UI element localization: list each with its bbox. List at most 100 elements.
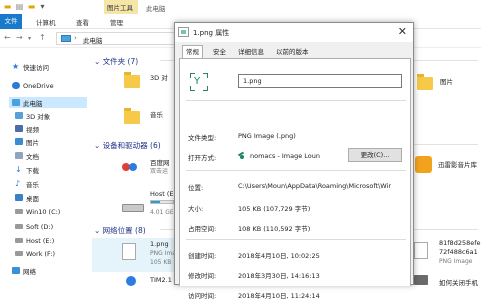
tile-hash-label-line1[interactable]: 81f8d258efe xyxy=(439,239,481,247)
sidebar-item-3d-objects[interactable]: 3D 对象 xyxy=(15,110,50,121)
size-value: 105 KB (107,729 字节) xyxy=(238,205,311,213)
tab-computer[interactable]: 计算机 xyxy=(36,17,56,27)
breadcrumb[interactable]: 此电脑 xyxy=(83,35,103,45)
tab-file[interactable]: 文件 xyxy=(0,14,22,29)
tile-tim-label[interactable]: TIM2.1 xyxy=(150,276,172,284)
sidebar-item-label: OneDrive xyxy=(23,81,54,90)
cube-icon xyxy=(15,112,23,119)
divider xyxy=(186,239,406,240)
tile-host-label[interactable]: Host (E xyxy=(150,190,174,198)
general-tab-panel: Y 1.png 文件类型: PNG Image (.png) 打开方式: nom… xyxy=(179,58,411,300)
tile-hash-label-line2[interactable]: 72f488c6a1 xyxy=(439,248,478,256)
sidebar-item-quick-access[interactable]: ★ 快速访问 xyxy=(12,61,49,72)
sidebar-item-videos[interactable]: 视频 xyxy=(15,123,39,134)
sidebar-item-network[interactable]: 网络 xyxy=(12,265,36,276)
group-header-network[interactable]: ⌄ 网络位置 (8) xyxy=(94,225,146,236)
sidebar-item-label: 此电脑 xyxy=(23,99,43,108)
sidebar-item-music[interactable]: ♪ 音乐 xyxy=(15,178,39,189)
baidu-netdisk-icon[interactable] xyxy=(122,159,138,175)
filename-field[interactable]: 1.png xyxy=(238,74,402,88)
tile-xunlei-label[interactable]: 迅雷影音片库 xyxy=(438,159,477,169)
folder-music-icon[interactable] xyxy=(124,108,140,124)
change-button[interactable]: 更改(C)... xyxy=(348,148,402,162)
properties-dialog: 1.png 属性 ✕ 常规 安全 详细信息 以前的版本 Y 1.png 文件类型… xyxy=(174,22,414,300)
drive-icon xyxy=(15,238,23,243)
chevron-right-icon: › xyxy=(74,34,77,42)
tab-details[interactable]: 详细信息 xyxy=(235,47,267,58)
tile-1png-size: 105 KB xyxy=(150,259,172,266)
group-title: 文件夹 (7) xyxy=(102,57,139,66)
size-on-disk-label: 占用空间: xyxy=(188,225,217,233)
sidebar-item-this-pc[interactable]: 此电脑 xyxy=(9,97,87,108)
tab-view[interactable]: 查看 xyxy=(76,17,89,27)
navigation-pane: ★ 快速访问 OneDrive 此电脑 3D 对象 视频 图片 文档 ↓ 下载 … xyxy=(0,49,92,285)
sidebar-item-label: Host (E:) xyxy=(26,236,55,245)
divider xyxy=(186,100,406,101)
opens-with-label: 打开方式: xyxy=(188,154,217,162)
filename-value[interactable]: 1.png xyxy=(243,77,262,85)
new-folder-icon[interactable]: ▬ xyxy=(27,2,36,11)
group-header-folders[interactable]: ⌄ 文件夹 (7) xyxy=(94,56,138,67)
tab-manage[interactable]: 管理 xyxy=(110,17,123,27)
drive-host-icon[interactable] xyxy=(122,204,144,212)
modified-label: 修改时间: xyxy=(188,272,217,280)
sidebar-item-drive-f[interactable]: Work (F:) xyxy=(15,248,55,259)
size-on-disk-value: 108 KB (110,592 字节) xyxy=(238,225,311,233)
accessed-label: 访问时间: xyxy=(188,292,217,300)
qat-dropdown-icon[interactable]: ▾ xyxy=(38,2,47,11)
close-icon[interactable]: ✕ xyxy=(398,25,407,38)
sidebar-item-pictures[interactable]: 图片 xyxy=(15,136,39,147)
star-icon: ★ xyxy=(12,62,20,71)
png-file-icon xyxy=(122,243,136,260)
address-bar[interactable]: › 此电脑 xyxy=(56,32,186,45)
accessed-value: 2018年4月10日, 11:24:14 xyxy=(238,292,320,300)
recent-dropdown-icon[interactable]: ▾ xyxy=(28,35,31,42)
dialog-title: 1.png 属性 xyxy=(193,29,230,37)
drive-icon xyxy=(15,224,23,229)
music-icon: ♪ xyxy=(15,179,21,188)
file-icon[interactable] xyxy=(414,275,428,285)
sidebar-item-drive-c[interactable]: Win10 (C:) xyxy=(15,206,60,217)
sidebar-item-label: 下载 xyxy=(26,166,39,175)
tile-3d-objects-label[interactable]: 3D 对 xyxy=(150,72,168,82)
computer-icon xyxy=(12,99,20,106)
explorer-titlebar: ▬ ▤ ▬ ▾ 图片工具 此电脑 xyxy=(0,0,481,14)
tile-pictures-label[interactable]: 图片 xyxy=(440,76,453,86)
back-arrow-icon[interactable]: ← xyxy=(4,33,11,42)
xunlei-player-icon[interactable] xyxy=(415,156,432,173)
group-header-devices[interactable]: ⌄ 设备和驱动器 (6) xyxy=(94,140,161,151)
folder-icon: ▬ xyxy=(3,2,12,11)
folder-3d-objects-icon[interactable] xyxy=(124,72,140,88)
image-file-icon[interactable] xyxy=(414,242,428,259)
video-icon xyxy=(15,125,23,132)
sidebar-item-label: 图片 xyxy=(26,138,39,147)
picture-tools-tab: 图片工具 xyxy=(104,0,138,14)
drive-icon xyxy=(15,209,23,214)
tab-general[interactable]: 常规 xyxy=(182,45,203,58)
created-label: 创建时间: xyxy=(188,252,217,260)
tile-host-sub: 4.01 GE xyxy=(150,209,174,216)
image-file-icon xyxy=(178,27,189,37)
tab-security[interactable]: 安全 xyxy=(210,47,229,58)
sidebar-item-downloads[interactable]: ↓ 下载 xyxy=(15,164,39,175)
sidebar-item-label: 桌面 xyxy=(26,194,39,203)
sidebar-item-onedrive[interactable]: OneDrive xyxy=(12,80,54,91)
sidebar-item-drive-d[interactable]: Soft (D:) xyxy=(15,221,53,232)
forward-arrow-icon[interactable]: → xyxy=(16,33,23,42)
tile-music-label[interactable]: 音乐 xyxy=(150,109,163,119)
nomacs-app-icon xyxy=(238,151,246,159)
sidebar-item-drive-e[interactable]: Host (E:) xyxy=(15,235,54,246)
location-value: C:\Users\Moun\AppData\Roaming\Microsoft\… xyxy=(238,182,392,190)
folder-pictures-icon[interactable] xyxy=(417,74,433,90)
up-arrow-icon[interactable]: ↑ xyxy=(39,33,46,42)
sidebar-item-desktop[interactable]: 桌面 xyxy=(15,192,39,203)
properties-icon[interactable]: ▤ xyxy=(15,2,24,11)
sidebar-item-label: 视频 xyxy=(26,125,39,134)
desktop-icon xyxy=(15,194,23,201)
tile-bottom-right-label[interactable]: 如何关闭手机 xyxy=(439,277,478,287)
document-icon xyxy=(15,152,23,159)
divider xyxy=(186,170,406,171)
sidebar-item-documents[interactable]: 文档 xyxy=(15,150,39,161)
tab-previous-versions[interactable]: 以前的版本 xyxy=(273,47,312,58)
download-icon: ↓ xyxy=(15,165,22,174)
